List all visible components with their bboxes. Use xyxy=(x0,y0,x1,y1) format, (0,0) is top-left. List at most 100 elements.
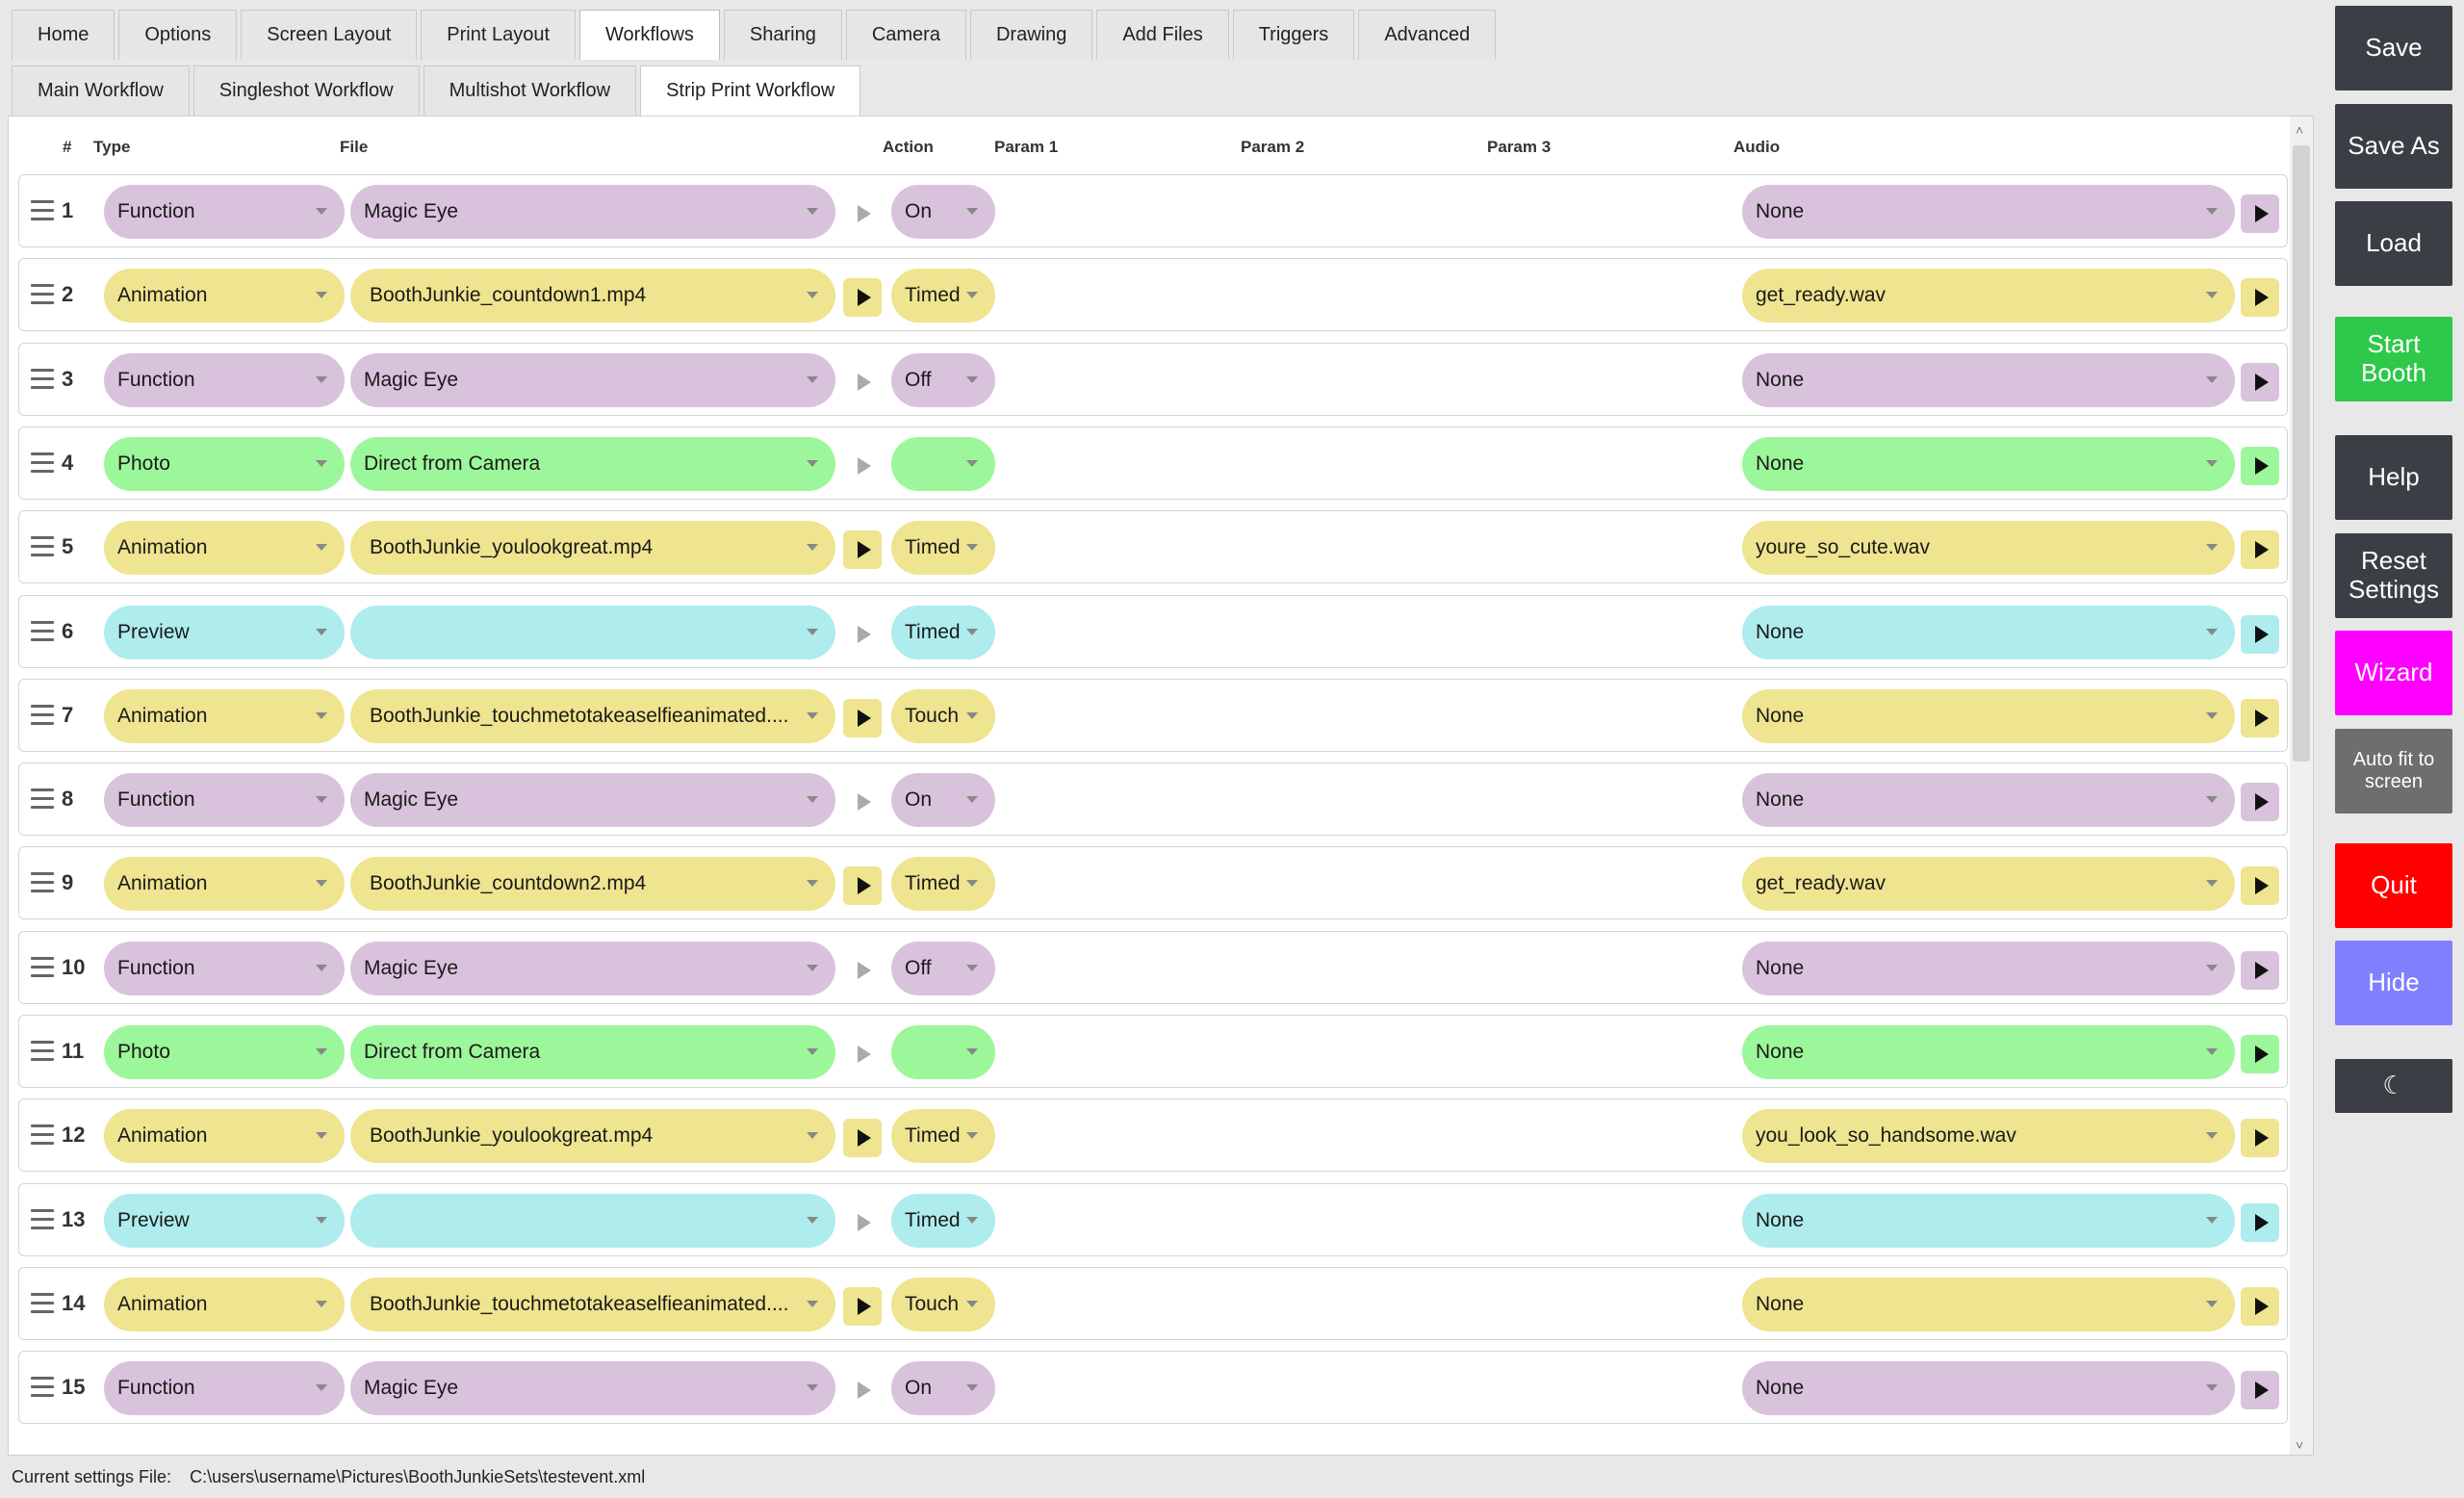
action-select[interactable]: Timed xyxy=(891,269,995,323)
drag-handle-icon[interactable] xyxy=(31,452,54,474)
type-select[interactable]: Photo xyxy=(104,1025,345,1079)
play-file-button[interactable] xyxy=(843,783,882,821)
drag-handle-icon[interactable] xyxy=(31,1377,54,1398)
tab-drawing[interactable]: Drawing xyxy=(969,10,1093,60)
tab-workflows[interactable]: Workflows xyxy=(579,10,720,60)
drag-handle-icon[interactable] xyxy=(31,1208,54,1230)
tab-home[interactable]: Home xyxy=(12,10,116,60)
tab-triggers[interactable]: Triggers xyxy=(1232,10,1355,60)
subtab-singleshot-workflow[interactable]: Singleshot Workflow xyxy=(192,65,420,116)
play-audio-button[interactable] xyxy=(2241,783,2279,822)
tab-screen-layout[interactable]: Screen Layout xyxy=(241,10,418,60)
play-file-button[interactable] xyxy=(843,1286,882,1326)
audio-select[interactable]: None xyxy=(1742,1025,2235,1079)
drag-handle-icon[interactable] xyxy=(31,872,54,893)
file-select[interactable]: BoothJunkie_youlookgreat.mp4 xyxy=(350,1109,835,1164)
action-select[interactable]: Timed xyxy=(891,521,995,576)
type-select[interactable]: Animation xyxy=(104,857,345,912)
play-file-button[interactable] xyxy=(843,615,882,654)
sidebar-button-dark-mode[interactable]: ☾ xyxy=(2335,1059,2452,1113)
play-audio-button[interactable] xyxy=(2241,1286,2279,1326)
audio-select[interactable]: None xyxy=(1742,773,2235,828)
subtab-multishot-workflow[interactable]: Multishot Workflow xyxy=(423,65,637,116)
type-select[interactable]: Preview xyxy=(104,1193,345,1248)
file-select[interactable]: Direct from Camera xyxy=(350,1025,835,1079)
play-file-button[interactable] xyxy=(843,951,882,990)
play-file-button[interactable] xyxy=(843,1119,882,1158)
drag-handle-icon[interactable] xyxy=(31,956,54,978)
action-select[interactable]: Off xyxy=(891,941,995,995)
audio-select[interactable]: None xyxy=(1742,352,2235,407)
subtab-main-workflow[interactable]: Main Workflow xyxy=(12,65,190,116)
play-file-button[interactable] xyxy=(843,447,882,485)
play-audio-button[interactable] xyxy=(2241,1202,2279,1242)
drag-handle-icon[interactable] xyxy=(31,200,54,221)
subtab-strip-print-workflow[interactable]: Strip Print Workflow xyxy=(640,65,861,116)
audio-select[interactable]: youre_so_cute.wav xyxy=(1742,521,2235,576)
play-audio-button[interactable] xyxy=(2241,446,2279,485)
type-select[interactable]: Preview xyxy=(104,605,345,659)
drag-handle-icon[interactable] xyxy=(31,1292,54,1314)
scroll-down-icon[interactable]: ˅ xyxy=(2296,1437,2307,1453)
drag-handle-icon[interactable] xyxy=(31,284,54,305)
action-select[interactable]: Timed xyxy=(891,857,995,912)
play-file-button[interactable] xyxy=(843,194,882,233)
type-select[interactable]: Animation xyxy=(104,521,345,576)
type-select[interactable]: Animation xyxy=(104,269,345,323)
tab-camera[interactable]: Camera xyxy=(845,10,966,60)
play-file-button[interactable] xyxy=(843,1203,882,1242)
drag-handle-icon[interactable] xyxy=(31,368,54,390)
sidebar-button-hide[interactable]: Hide xyxy=(2335,941,2452,1025)
audio-select[interactable]: None xyxy=(1742,1277,2235,1331)
action-select[interactable] xyxy=(891,1025,995,1079)
tab-sharing[interactable]: Sharing xyxy=(723,10,842,60)
audio-select[interactable]: None xyxy=(1742,605,2235,659)
file-select[interactable]: BoothJunkie_countdown2.mp4 xyxy=(350,857,835,912)
play-audio-button[interactable] xyxy=(2241,362,2279,401)
scrollbar-thumb[interactable] xyxy=(2293,145,2310,762)
play-audio-button[interactable] xyxy=(2241,950,2279,990)
file-select[interactable] xyxy=(350,605,835,659)
action-select[interactable]: On xyxy=(891,1361,995,1416)
audio-select[interactable]: None xyxy=(1742,436,2235,491)
file-select[interactable]: BoothJunkie_touchmetotakeaselfieanimated… xyxy=(350,1277,835,1331)
file-select[interactable]: Magic Eye xyxy=(350,1361,835,1416)
sidebar-button-reset-settings[interactable]: Reset Settings xyxy=(2335,533,2452,618)
drag-handle-icon[interactable] xyxy=(31,1124,54,1146)
play-file-button[interactable] xyxy=(843,866,882,906)
sidebar-button-auto-fit-to-screen[interactable]: Auto fit to screen xyxy=(2335,729,2452,814)
type-select[interactable]: Photo xyxy=(104,436,345,491)
play-audio-button[interactable] xyxy=(2241,698,2279,737)
type-select[interactable]: Function xyxy=(104,941,345,995)
audio-select[interactable]: None xyxy=(1742,1193,2235,1248)
play-audio-button[interactable] xyxy=(2241,1035,2279,1073)
play-audio-button[interactable] xyxy=(2241,530,2279,570)
drag-handle-icon[interactable] xyxy=(31,536,54,557)
audio-select[interactable]: get_ready.wav xyxy=(1742,857,2235,912)
audio-select[interactable]: None xyxy=(1742,941,2235,995)
play-audio-button[interactable] xyxy=(2241,194,2279,233)
drag-handle-icon[interactable] xyxy=(31,1041,54,1062)
action-select[interactable]: Touch xyxy=(891,688,995,743)
drag-handle-icon[interactable] xyxy=(31,704,54,726)
play-file-button[interactable] xyxy=(843,278,882,318)
sidebar-button-load[interactable]: Load xyxy=(2335,201,2452,286)
sidebar-button-save[interactable]: Save xyxy=(2335,6,2452,90)
action-select[interactable]: On xyxy=(891,773,995,828)
file-select[interactable]: Magic Eye xyxy=(350,941,835,995)
action-select[interactable] xyxy=(891,436,995,491)
file-select[interactable]: Direct from Camera xyxy=(350,436,835,491)
sidebar-button-quit[interactable]: Quit xyxy=(2335,843,2452,928)
audio-select[interactable]: None xyxy=(1742,688,2235,743)
play-audio-button[interactable] xyxy=(2241,866,2279,906)
file-select[interactable]: BoothJunkie_touchmetotakeaselfieanimated… xyxy=(350,688,835,743)
type-select[interactable]: Function xyxy=(104,185,345,239)
play-file-button[interactable] xyxy=(843,530,882,570)
sidebar-button-help[interactable]: Help xyxy=(2335,435,2452,520)
type-select[interactable]: Function xyxy=(104,1361,345,1416)
audio-select[interactable]: None xyxy=(1742,185,2235,239)
tab-advanced[interactable]: Advanced xyxy=(1358,10,1497,60)
type-select[interactable]: Function xyxy=(104,352,345,407)
type-select[interactable]: Animation xyxy=(104,1109,345,1164)
play-audio-button[interactable] xyxy=(2241,278,2279,318)
